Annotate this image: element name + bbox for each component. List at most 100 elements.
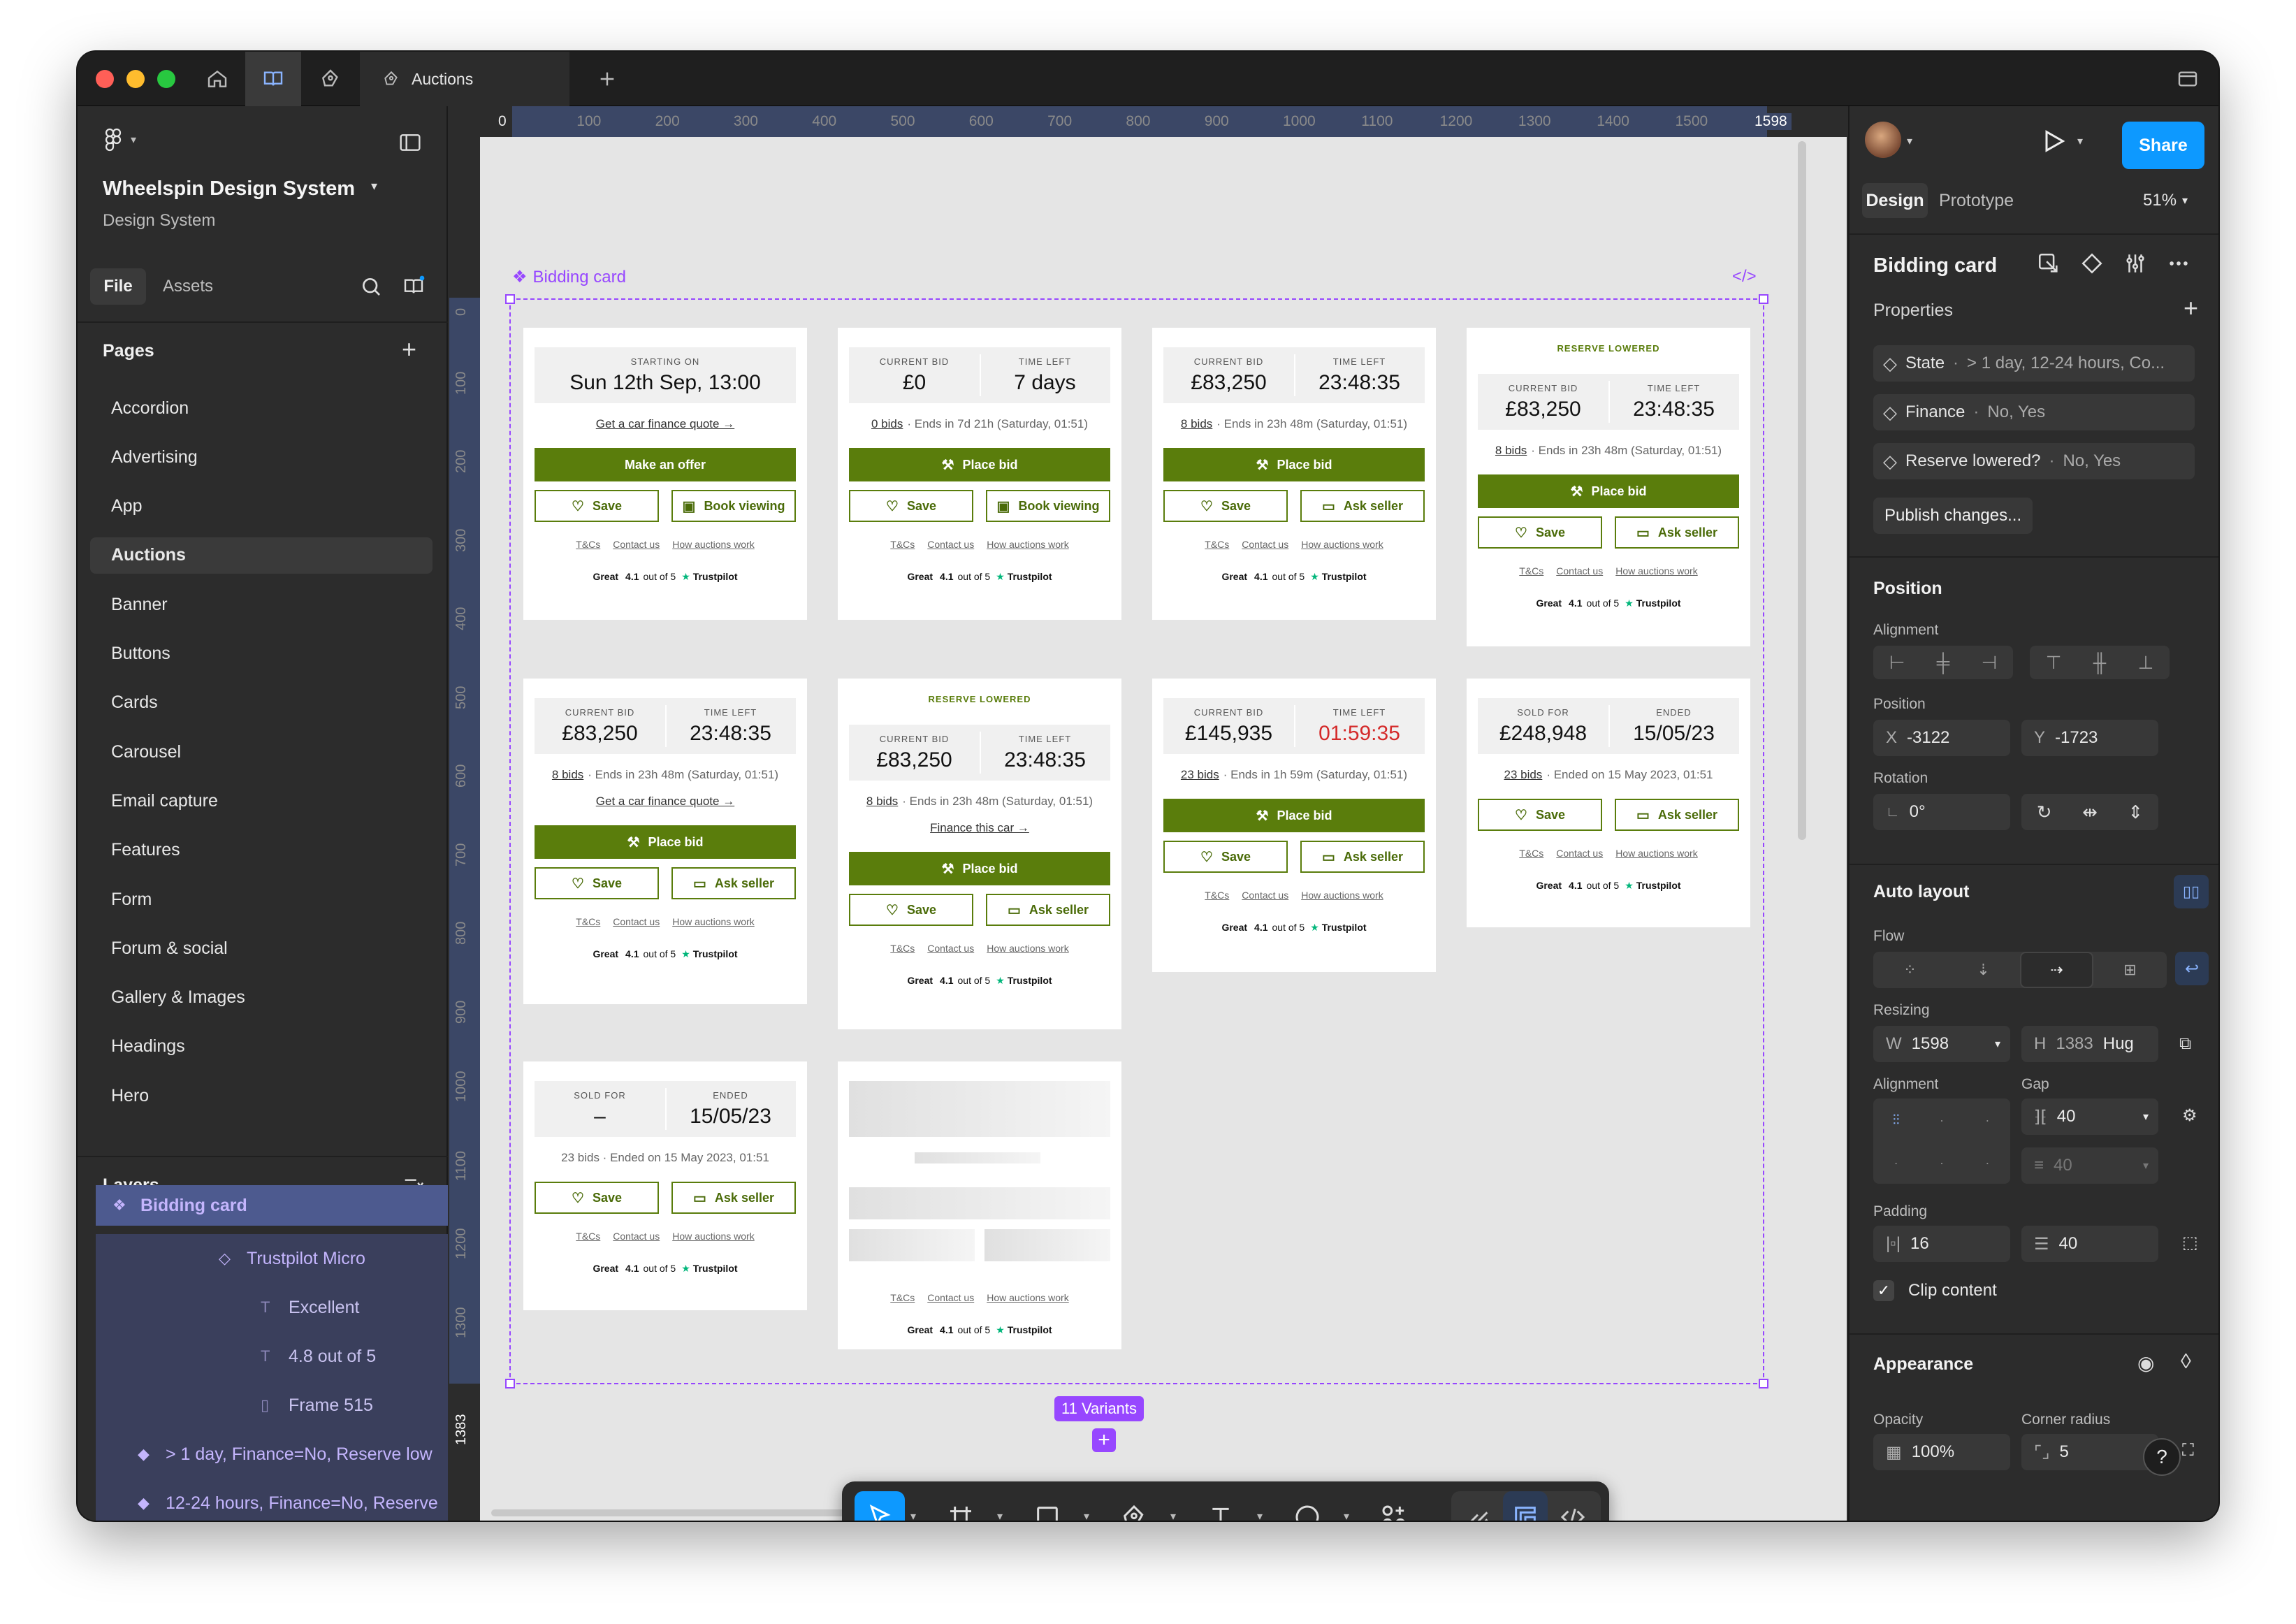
page-item[interactable]: Banner bbox=[90, 586, 433, 623]
wrap-icon[interactable]: ↩ bbox=[2175, 952, 2209, 985]
finance-link[interactable]: Finance this car → bbox=[838, 821, 1121, 835]
design-mode-icon[interactable] bbox=[1503, 1491, 1548, 1521]
save-button[interactable]: ♡ Save bbox=[849, 490, 973, 522]
primary-cta-button[interactable]: ⚒ Place bid bbox=[535, 825, 796, 859]
align-bottom-icon[interactable]: ⊥ bbox=[2138, 652, 2154, 674]
bidding-card-variant[interactable]: CURRENT BID £0 TIME LEFT 7 days 0 bids · Ends… bbox=[838, 328, 1121, 620]
blend-mode-icon[interactable]: ◊ bbox=[2181, 1350, 2191, 1374]
align-right-icon[interactable]: ⊣ bbox=[1982, 652, 1998, 674]
bidding-card-variant[interactable]: T&Cs Contact us How auctions work Great 4.1 o… bbox=[838, 1061, 1121, 1349]
ask-seller-button[interactable]: ▭ Ask seller bbox=[986, 894, 1110, 926]
bidding-card-variant[interactable]: CURRENT BID £145,935 TIME LEFT 01:59:35 23 b… bbox=[1152, 679, 1436, 972]
chevron-down-icon[interactable]: ▾ bbox=[1907, 134, 1912, 148]
share-button[interactable]: Share bbox=[2122, 122, 2204, 169]
chevron-down-icon[interactable]: ▾ bbox=[371, 179, 377, 194]
add-variant-button[interactable]: + bbox=[1092, 1428, 1116, 1452]
component-set-frame[interactable]: STARTING ON Sun 12th Sep, 13:00 Get a car … bbox=[505, 294, 1768, 1389]
frame-tool-icon[interactable] bbox=[936, 1491, 986, 1521]
bidding-card-variant[interactable]: CURRENT BID £83,250 TIME LEFT 23:48:35 8 bid… bbox=[1152, 328, 1436, 620]
how-auctions-link[interactable]: How auctions work bbox=[1615, 848, 1698, 859]
primary-cta-button[interactable]: ⚒ Place bid bbox=[1163, 799, 1425, 832]
page-item[interactable]: App bbox=[90, 488, 433, 525]
primary-cta-button[interactable]: ⚒ Place bid bbox=[849, 448, 1110, 481]
tcs-link[interactable]: T&Cs bbox=[890, 1292, 915, 1303]
height-field[interactable]: H 1383 Hug bbox=[2021, 1026, 2158, 1062]
move-tool-icon[interactable] bbox=[855, 1491, 905, 1521]
save-button[interactable]: ♡ Save bbox=[535, 490, 659, 522]
tab-design[interactable]: Design bbox=[1862, 183, 1928, 218]
contact-link[interactable]: Contact us bbox=[1242, 539, 1288, 550]
how-auctions-link[interactable]: How auctions work bbox=[672, 916, 755, 927]
contact-link[interactable]: Contact us bbox=[1556, 565, 1603, 577]
how-auctions-link[interactable]: How auctions work bbox=[987, 1292, 1069, 1303]
bids-link[interactable]: 8 bids bbox=[1181, 417, 1212, 430]
more-icon[interactable] bbox=[2167, 252, 2190, 275]
constraints-icon[interactable]: ⧉ bbox=[2179, 1034, 2191, 1054]
layer-row[interactable]: ▯ Frame 515 bbox=[96, 1381, 448, 1430]
finance-link[interactable]: Get a car finance quote → bbox=[523, 795, 807, 809]
layer-row[interactable]: ◆ 12-24 hours, Finance=No, Reserve bbox=[96, 1479, 448, 1521]
dev-mode-icon[interactable] bbox=[1550, 1491, 1595, 1521]
primary-cta-button[interactable]: ⚒ Place bid bbox=[1163, 448, 1425, 481]
add-property-icon[interactable]: + bbox=[2184, 293, 2198, 323]
component-set-label[interactable]: ❖ Bidding card bbox=[512, 267, 626, 287]
minimize-window-button[interactable] bbox=[126, 70, 145, 88]
primary-cta-button[interactable]: ⚒ Place bid bbox=[849, 852, 1110, 885]
horizontal-flow-icon[interactable]: ⇢ bbox=[2020, 952, 2093, 988]
width-field[interactable]: W 1598 ▾ bbox=[1873, 1026, 2010, 1062]
page-item[interactable]: Email capture bbox=[90, 783, 433, 819]
bidding-card-variant[interactable]: SOLD FOR – ENDED 15/05/23 23 bids · Ended on… bbox=[523, 1061, 807, 1310]
ask-seller-button[interactable]: ▭ Ask seller bbox=[1300, 841, 1425, 873]
adjust-icon[interactable] bbox=[2123, 252, 2147, 275]
bidding-card-variant[interactable]: SOLD FOR £248,948 ENDED 15/05/23 23 bids · En… bbox=[1467, 679, 1750, 927]
chevron-down-icon[interactable]: ▾ bbox=[1170, 1509, 1176, 1521]
panel-toggle-icon[interactable] bbox=[399, 133, 421, 156]
page-item[interactable]: Buttons bbox=[90, 636, 433, 672]
ask-seller-button[interactable]: ▭ Ask seller bbox=[671, 1182, 796, 1214]
contact-link[interactable]: Contact us bbox=[613, 1231, 660, 1242]
home-icon[interactable] bbox=[189, 52, 245, 106]
book-viewing-button[interactable]: ▣ Book viewing bbox=[986, 490, 1110, 522]
layer-row[interactable]: T Excellent bbox=[96, 1283, 448, 1332]
contact-link[interactable]: Contact us bbox=[613, 539, 660, 550]
ask-seller-button[interactable]: ▭ Ask seller bbox=[1300, 490, 1425, 522]
align-left-icon[interactable]: ⊢ bbox=[1889, 652, 1905, 674]
tcs-link[interactable]: T&Cs bbox=[576, 1231, 600, 1242]
book-viewing-button[interactable]: ▣ Book viewing bbox=[671, 490, 796, 522]
chevron-down-icon[interactable]: ▾ bbox=[997, 1509, 1003, 1521]
tcs-link[interactable]: T&Cs bbox=[1205, 890, 1229, 901]
help-button[interactable]: ? bbox=[2143, 1438, 2181, 1476]
resize-handle[interactable] bbox=[505, 294, 515, 304]
layer-row[interactable]: ◆ > 1 day, Finance=No, Reserve low bbox=[96, 1430, 448, 1479]
chevron-down-icon[interactable]: ▾ bbox=[1257, 1509, 1263, 1521]
tcs-link[interactable]: T&Cs bbox=[1205, 539, 1229, 550]
pen-tool-icon[interactable] bbox=[303, 52, 358, 106]
tab-file[interactable]: File bbox=[90, 268, 146, 305]
chevron-down-icon[interactable]: ▾ bbox=[910, 1509, 916, 1521]
pen-tool-icon[interactable] bbox=[1109, 1491, 1159, 1521]
save-button[interactable]: ♡ Save bbox=[535, 867, 659, 899]
bids-link[interactable]: 0 bids bbox=[871, 417, 903, 430]
contact-link[interactable]: Contact us bbox=[1242, 890, 1288, 901]
rectangle-tool-icon[interactable] bbox=[1022, 1491, 1073, 1521]
gap-field[interactable]: ⁆⁅ 40 ▾ bbox=[2021, 1099, 2158, 1135]
align-dot[interactable]: · bbox=[1940, 1113, 1944, 1128]
freeform-icon[interactable]: ⁘ bbox=[1873, 952, 1947, 988]
flip-horizontal-icon[interactable]: ⇹ bbox=[2082, 802, 2098, 823]
ask-seller-button[interactable]: ▭ Ask seller bbox=[1615, 799, 1739, 831]
page-item[interactable]: Carousel bbox=[90, 734, 433, 770]
align-middle-icon[interactable]: ╫ bbox=[2093, 652, 2106, 674]
primary-cta-button[interactable]: Make an offer bbox=[535, 448, 796, 481]
vertical-flow-icon[interactable]: ⇣ bbox=[1947, 952, 2020, 988]
align-dot[interactable]: · bbox=[1985, 1113, 1989, 1128]
bids-link[interactable]: 8 bids bbox=[866, 795, 898, 808]
tcs-link[interactable]: T&Cs bbox=[890, 539, 915, 550]
save-button[interactable]: ♡ Save bbox=[535, 1182, 659, 1214]
search-icon[interactable] bbox=[360, 275, 382, 301]
component-property-row[interactable]: ◇ State · > 1 day, 12-24 hours, Co... bbox=[1873, 345, 2195, 382]
opacity-field[interactable]: ▦ 100% bbox=[1873, 1434, 2010, 1470]
comment-tool-icon[interactable] bbox=[1282, 1491, 1332, 1521]
save-button[interactable]: ♡ Save bbox=[1478, 799, 1602, 831]
auto-layout-toggle-icon[interactable]: ▯▯ bbox=[2174, 875, 2209, 908]
align-top-left-icon[interactable]: ⫶⫶ bbox=[1893, 1112, 1900, 1129]
